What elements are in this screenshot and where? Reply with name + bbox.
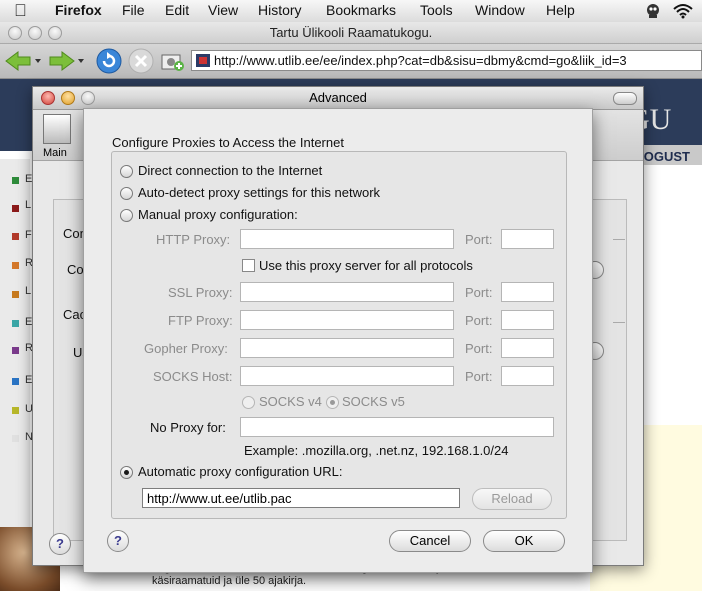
socks-host-input[interactable]	[240, 366, 454, 386]
toolbar-toggle-button[interactable]	[613, 92, 637, 105]
page-left-item[interactable]: F	[25, 229, 32, 241]
gopher-port-input[interactable]	[501, 338, 554, 358]
gopher-port-label: Port:	[465, 341, 493, 356]
proxy-help-button[interactable]: ?	[107, 530, 129, 552]
forward-arrow-icon[interactable]	[48, 49, 86, 73]
browser-titlebar: Tartu Ülikooli Raamatukogu.	[0, 22, 702, 44]
menu-help[interactable]: Help	[546, 2, 575, 18]
home-add-icon[interactable]	[160, 49, 186, 73]
list-bullet	[12, 291, 19, 298]
alien-icon[interactable]	[644, 2, 662, 20]
http-port-label: Port:	[465, 232, 493, 247]
main-switch-icon[interactable]	[43, 114, 71, 144]
radio-auto-config-label[interactable]: Automatic proxy configuration URL:	[138, 464, 342, 479]
reload-button[interactable]: Reload	[472, 488, 552, 510]
socks-v4-label[interactable]: SOCKS v4	[259, 394, 322, 409]
ftp-proxy-input[interactable]	[240, 310, 454, 330]
ok-button[interactable]: OK	[483, 530, 565, 552]
radio-auto-config-url[interactable]	[120, 466, 133, 479]
page-bottom-line: käsiraamatuid ja üle 50 ajakirja.	[152, 575, 307, 587]
divider	[613, 322, 625, 323]
radio-socks-v5[interactable]	[326, 396, 339, 409]
list-bullet	[12, 320, 19, 327]
url-bar[interactable]: http://www.utlib.ee/ee/index.php?cat=db&…	[191, 50, 702, 71]
page-left-item[interactable]: L	[25, 199, 31, 211]
menu-view[interactable]: View	[208, 2, 238, 18]
radio-manual-proxy[interactable]	[120, 209, 133, 222]
list-bullet	[12, 347, 19, 354]
http-port-input[interactable]	[501, 229, 554, 249]
radio-socks-v4[interactable]	[242, 396, 255, 409]
ftp-proxy-label: FTP Proxy:	[168, 313, 233, 328]
ssl-proxy-label: SSL Proxy:	[168, 285, 233, 300]
menu-edit[interactable]: Edit	[165, 2, 189, 18]
cancel-button[interactable]: Cancel	[389, 530, 471, 552]
ssl-port-input[interactable]	[501, 282, 554, 302]
browser-title: Tartu Ülikooli Raamatukogu.	[269, 25, 433, 40]
proxy-settings-sheet: Configure Proxies to Access the Internet…	[83, 108, 593, 573]
socks-v5-label[interactable]: SOCKS v5	[342, 394, 405, 409]
gopher-proxy-label: Gopher Proxy:	[144, 341, 228, 356]
advanced-title: Advanced	[309, 90, 367, 105]
menu-window[interactable]: Window	[475, 2, 525, 18]
radio-manual-label[interactable]: Manual proxy configuration:	[138, 207, 298, 222]
list-bullet	[12, 407, 19, 414]
divider	[613, 239, 625, 240]
ftp-port-input[interactable]	[501, 310, 554, 330]
main-tab-label[interactable]: Main	[43, 147, 67, 159]
behind-label: Co	[67, 262, 84, 277]
site-favicon-icon	[196, 54, 210, 67]
radio-direct-connection[interactable]	[120, 165, 133, 178]
http-proxy-label: HTTP Proxy:	[156, 232, 231, 247]
list-bullet	[12, 205, 19, 212]
radio-auto-detect[interactable]	[120, 187, 133, 200]
apple-icon[interactable]: 	[14, 1, 27, 21]
list-bullet	[12, 435, 19, 442]
use-all-protocols-checkbox[interactable]	[242, 259, 255, 272]
advanced-titlebar: Advanced	[33, 87, 643, 110]
list-bullet	[12, 233, 19, 240]
list-bullet	[12, 262, 19, 269]
menu-file[interactable]: File	[122, 2, 145, 18]
radio-auto-detect-label[interactable]: Auto-detect proxy settings for this netw…	[138, 185, 380, 200]
no-proxy-example: Example: .mozilla.org, .net.nz, 192.168.…	[244, 443, 509, 458]
socks-port-label: Port:	[465, 369, 493, 384]
socks-host-label: SOCKS Host:	[153, 369, 233, 384]
url-text: http://www.utlib.ee/ee/index.php?cat=db&…	[214, 53, 627, 68]
auto-config-url-input[interactable]: http://www.ut.ee/utlib.pac	[142, 488, 460, 508]
menu-history[interactable]: History	[258, 2, 302, 18]
ftp-port-label: Port:	[465, 313, 493, 328]
reload-icon[interactable]	[96, 48, 122, 74]
http-proxy-input[interactable]	[240, 229, 454, 249]
proxy-heading: Configure Proxies to Access the Internet	[112, 135, 344, 150]
no-proxy-label: No Proxy for:	[150, 420, 226, 435]
menu-app[interactable]: Firefox	[55, 2, 102, 18]
browser-toolbar: http://www.utlib.ee/ee/index.php?cat=db&…	[0, 44, 702, 79]
ssl-proxy-input[interactable]	[240, 282, 454, 302]
menu-bookmarks[interactable]: Bookmarks	[326, 2, 396, 18]
list-bullet	[12, 378, 19, 385]
use-all-protocols-label[interactable]: Use this proxy server for all protocols	[259, 258, 473, 273]
wifi-icon[interactable]	[672, 3, 694, 19]
menubar:  Firefox File Edit View History Bookmar…	[0, 0, 702, 23]
list-bullet	[12, 177, 19, 184]
stop-icon	[128, 48, 154, 74]
socks-port-input[interactable]	[501, 366, 554, 386]
ssl-port-label: Port:	[465, 285, 493, 300]
advanced-help-button[interactable]: ?	[49, 533, 71, 555]
no-proxy-input[interactable]	[240, 417, 554, 437]
page-left-item[interactable]: L	[25, 285, 31, 297]
menu-tools[interactable]: Tools	[420, 2, 453, 18]
back-arrow-icon[interactable]	[4, 49, 42, 73]
radio-direct-label[interactable]: Direct connection to the Internet	[138, 163, 322, 178]
gopher-proxy-input[interactable]	[240, 338, 454, 358]
